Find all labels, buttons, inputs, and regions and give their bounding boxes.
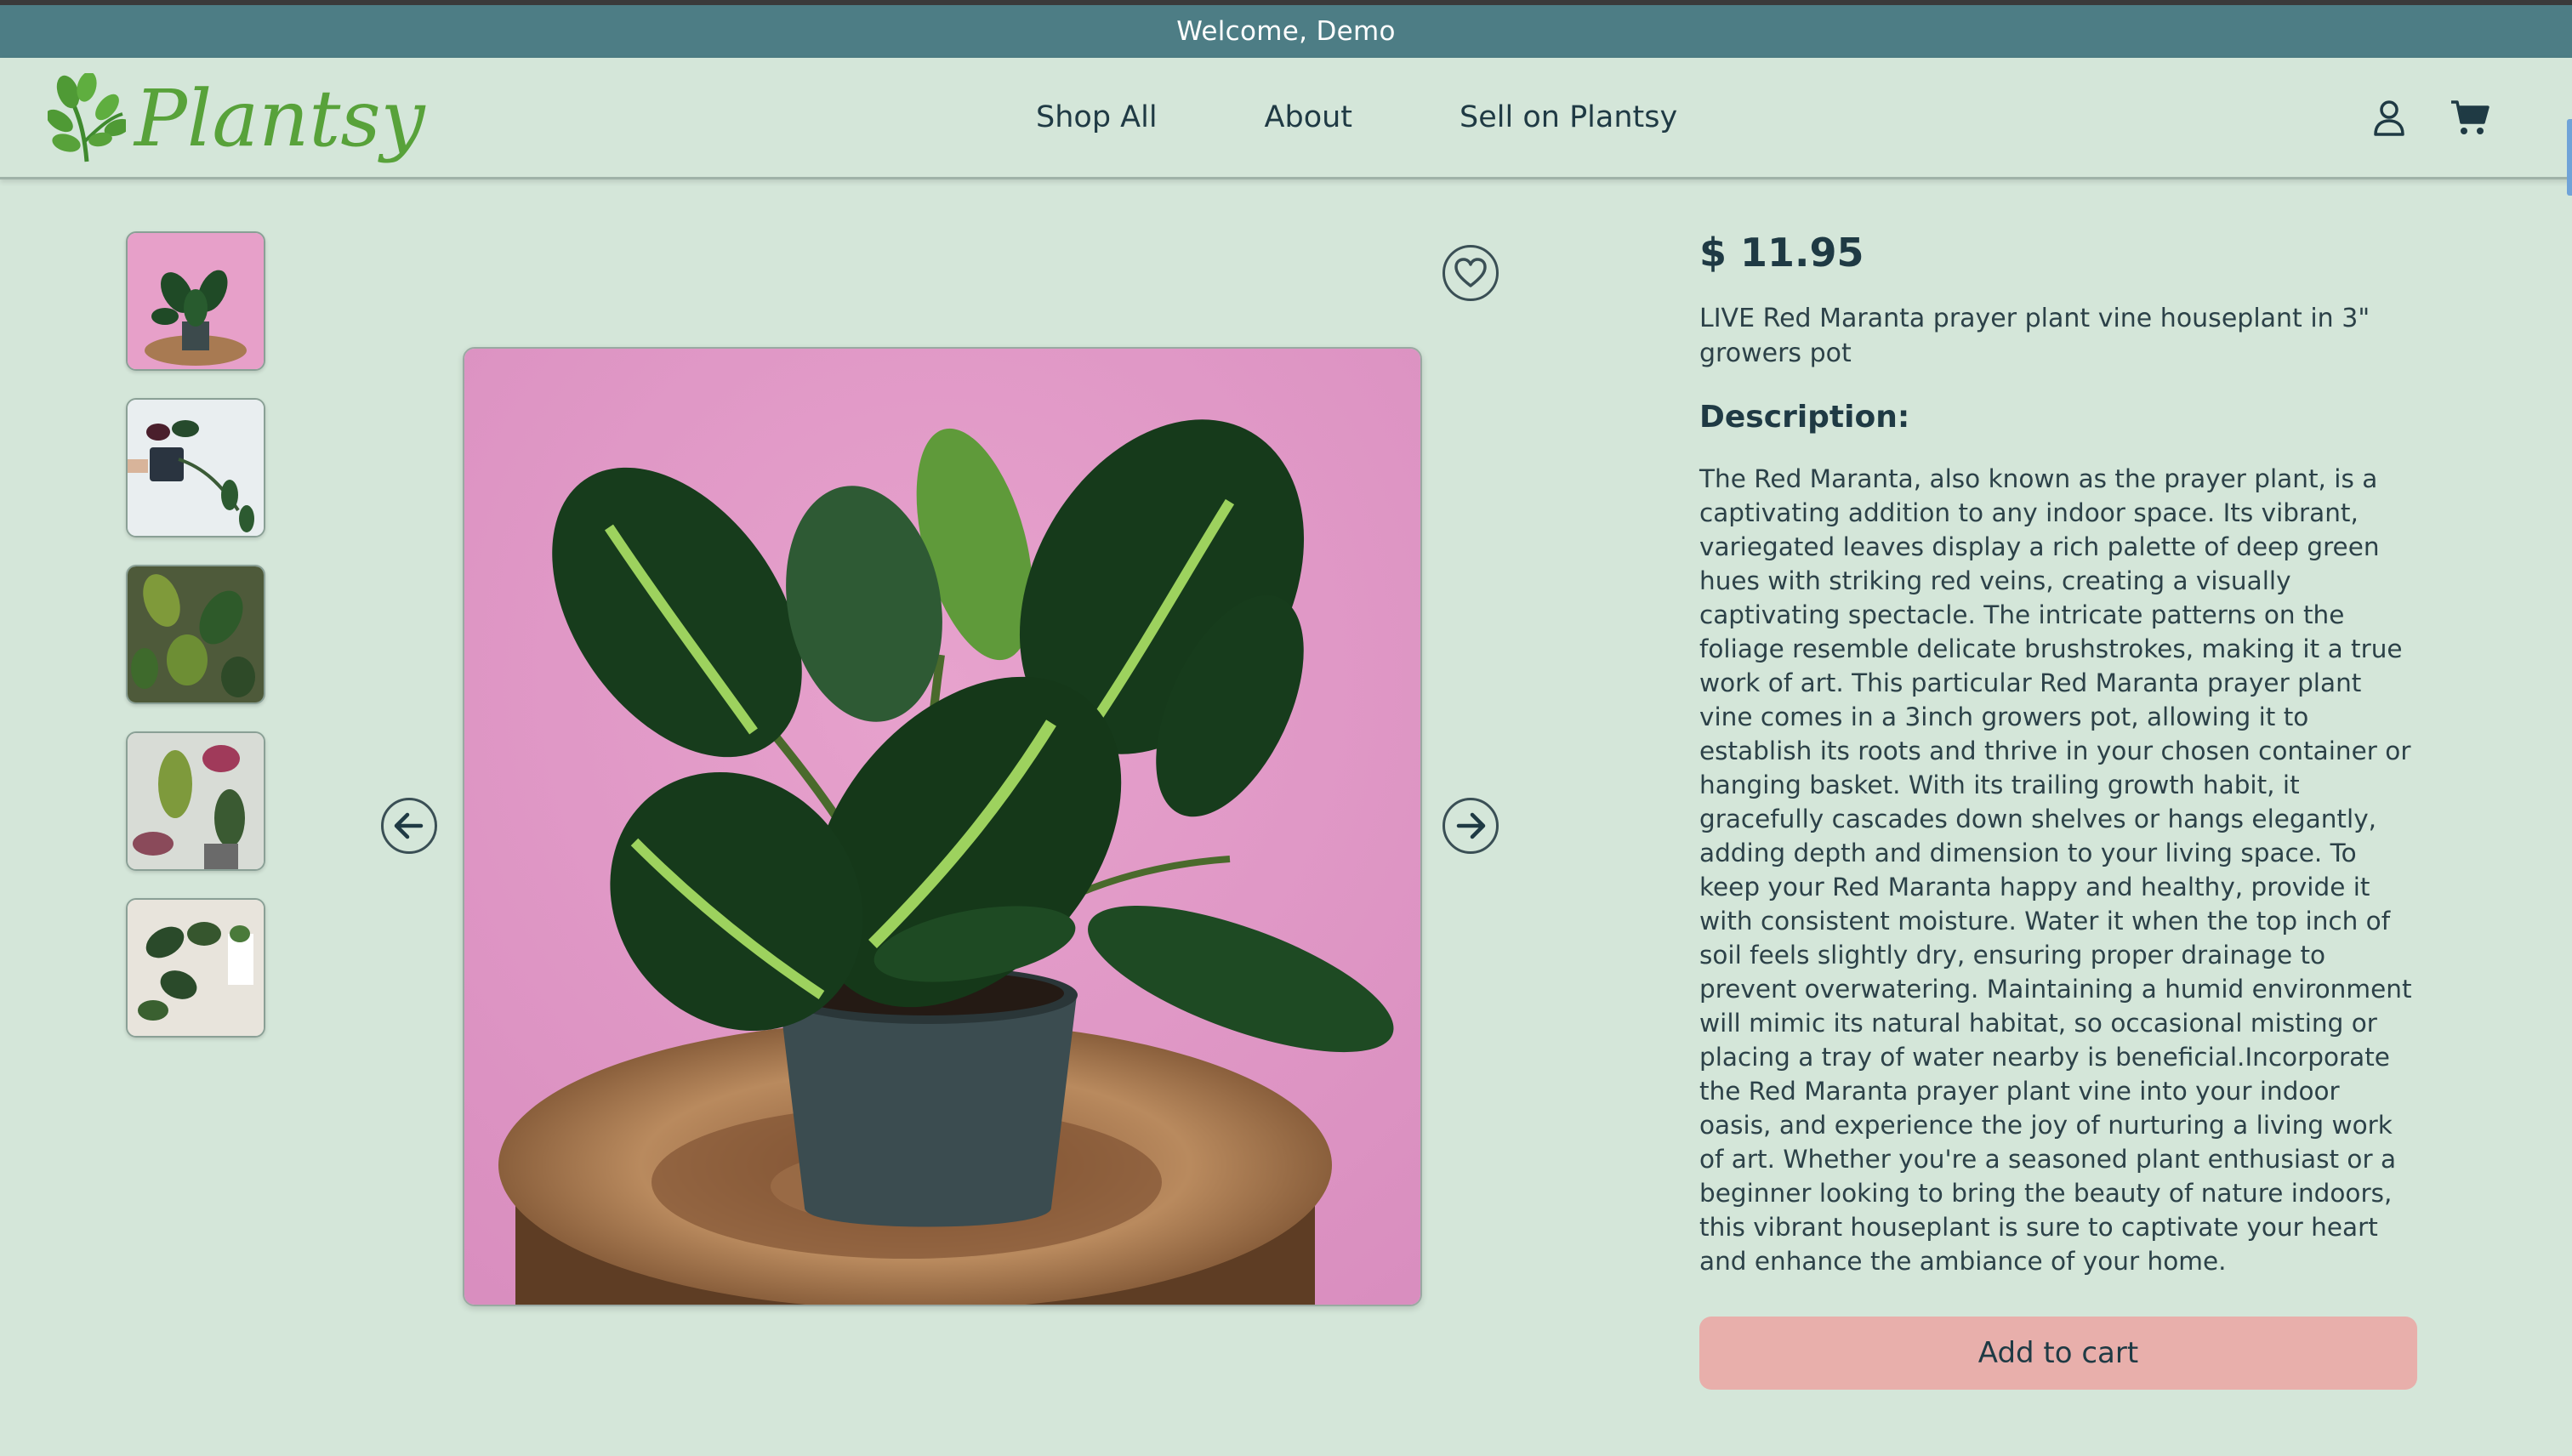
previous-image-button[interactable]: [381, 798, 437, 854]
heart-icon: [1454, 258, 1487, 287]
user-icon[interactable]: [2369, 97, 2410, 138]
thumbnail-3[interactable]: [126, 565, 265, 704]
welcome-banner: Welcome, Demo: [0, 5, 2572, 58]
scroll-edge-tab[interactable]: [2567, 119, 2572, 196]
thumbnail-1[interactable]: [126, 231, 265, 371]
plantsy-logo[interactable]: Plantsy: [48, 70, 425, 168]
main-product-image[interactable]: [463, 347, 1422, 1306]
arrow-right-icon: [1456, 812, 1486, 839]
thumbnail-2[interactable]: [126, 398, 265, 537]
nav-sell-on-plantsy[interactable]: Sell on Plantsy: [1460, 100, 1677, 134]
nav-about[interactable]: About: [1265, 100, 1352, 134]
next-image-button[interactable]: [1442, 798, 1499, 854]
add-to-cart-button[interactable]: Add to cart: [1699, 1317, 2417, 1390]
logo-wordmark: Plantsy: [134, 73, 425, 164]
site-header: Plantsy Shop All About Sell on Plantsy: [0, 58, 2572, 179]
welcome-text: Welcome, Demo: [1176, 16, 1396, 47]
thumbnail-list: [126, 231, 265, 1065]
main-nav: Shop All About Sell on Plantsy: [1036, 58, 1784, 177]
thumbnail-4[interactable]: [126, 731, 265, 871]
product-details: $ 11.95 LIVE Red Maranta prayer plant vi…: [1699, 230, 2417, 1278]
product-title: LIVE Red Maranta prayer plant vine house…: [1699, 304, 2370, 368]
leaf-logo-icon: [48, 73, 126, 162]
favorite-button[interactable]: [1442, 245, 1499, 301]
cart-icon[interactable]: [2450, 97, 2490, 138]
nav-shop-all[interactable]: Shop All: [1036, 100, 1158, 134]
product-description: The Red Maranta, also known as the praye…: [1699, 464, 2412, 1276]
arrow-left-icon: [394, 812, 424, 839]
description-heading: Description:: [1699, 400, 1910, 435]
thumbnail-5[interactable]: [126, 898, 265, 1038]
product-price: $ 11.95: [1699, 230, 1864, 276]
